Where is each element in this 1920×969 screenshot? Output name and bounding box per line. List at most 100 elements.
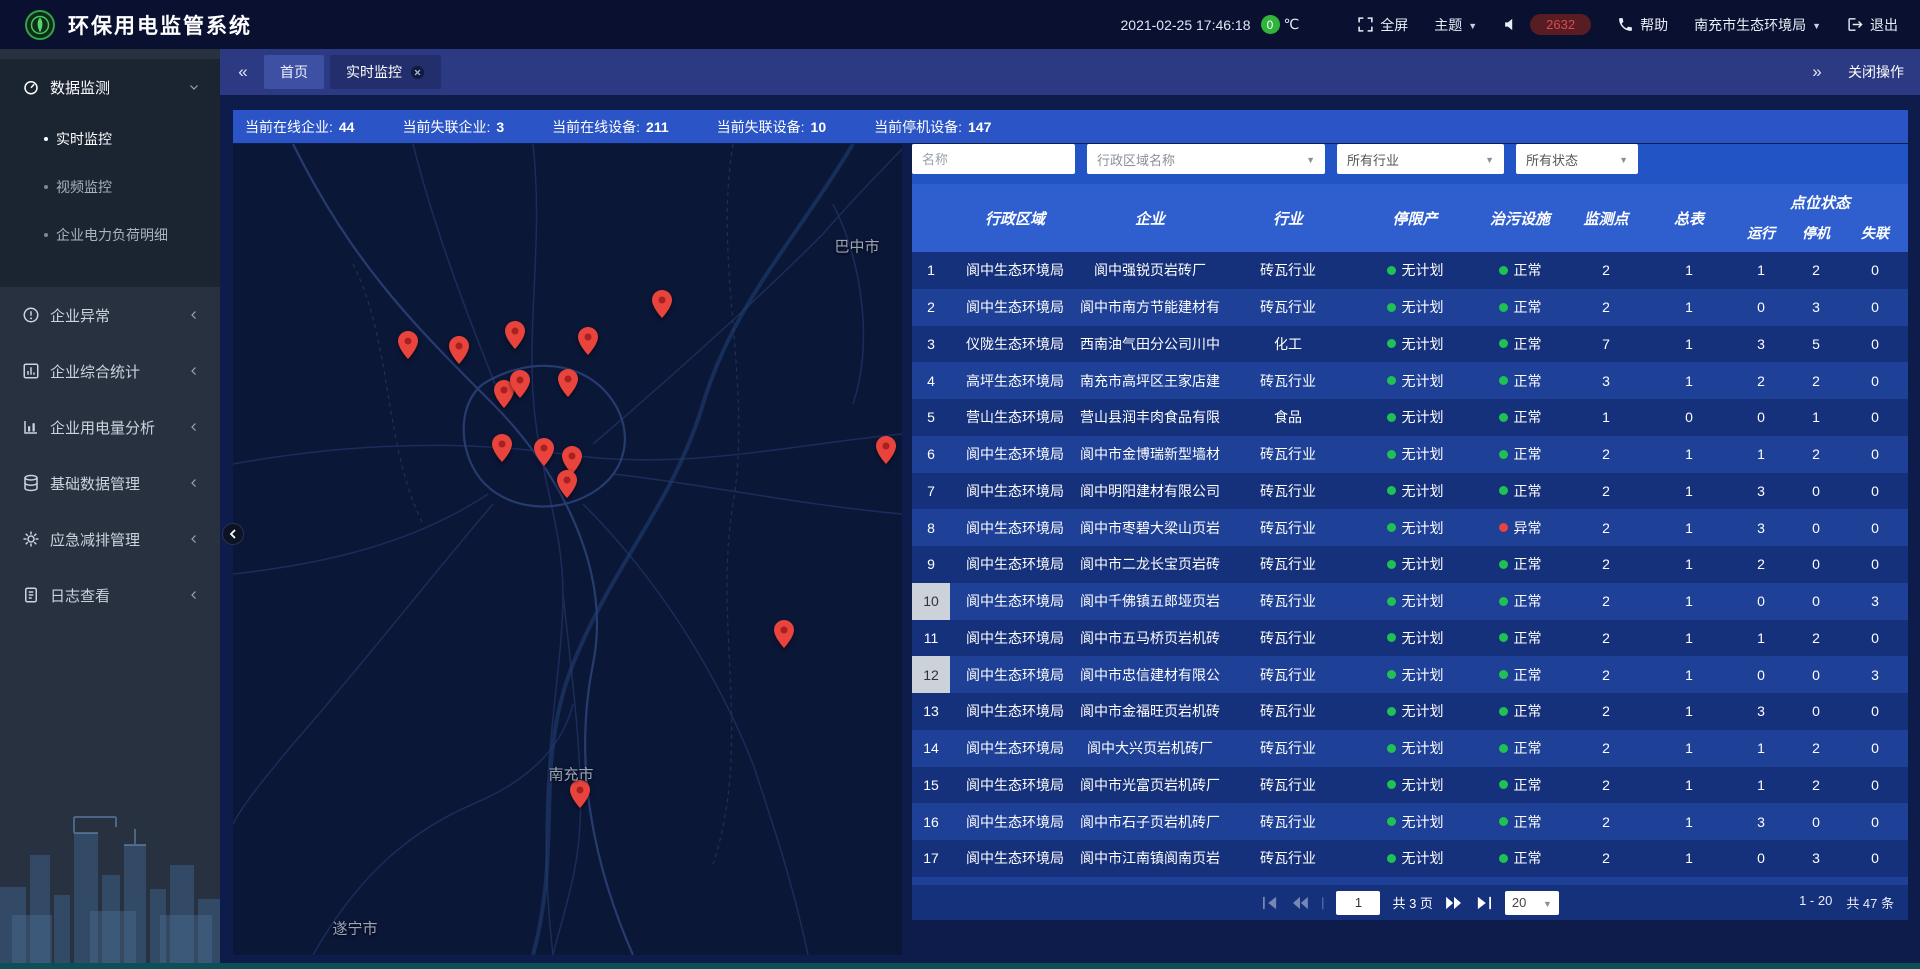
close-operations-button[interactable]: 关闭操作 <box>1848 62 1904 82</box>
cell-region: 阆中生态环境局 <box>950 436 1080 473</box>
column-header-index <box>912 184 950 252</box>
tab-realtime-monitor[interactable]: 实时监控 <box>330 55 441 89</box>
map-pin[interactable] <box>492 434 512 462</box>
table-row[interactable]: 13阆中生态环境局阆中市金福旺页岩机砖砖瓦行业无计划正常21300 <box>912 693 1908 730</box>
notice-speaker-button[interactable]: 2632 <box>1503 14 1591 35</box>
map-pin[interactable] <box>534 438 554 466</box>
cell-meters: 1 <box>1646 289 1732 326</box>
sidebar-group-button-0[interactable]: 数据监测 <box>0 59 220 115</box>
sidebar-item-0-1[interactable]: 视频监控 <box>0 163 220 211</box>
map[interactable]: 巴中市南充市遂宁市 <box>233 144 902 955</box>
status-dot <box>1499 376 1508 385</box>
cell-run: 3 <box>1732 326 1790 363</box>
cell-meters: 1 <box>1646 730 1732 767</box>
table-row[interactable]: 11阆中生态环境局阆中市五马桥页岩机砖砖瓦行业无计划正常21120 <box>912 620 1908 657</box>
help-button[interactable]: 帮助 <box>1617 15 1668 35</box>
sidebar-group-button-6[interactable]: 日志查看 <box>0 567 220 623</box>
map-pin[interactable] <box>558 369 578 397</box>
tabs-scroll-left-button[interactable]: « <box>228 55 258 89</box>
cell-industry: 化工 <box>1220 326 1356 363</box>
cell-meters: 1 <box>1646 877 1732 885</box>
org-dropdown[interactable]: 南充市生态环境局▼ <box>1694 15 1821 35</box>
bullet-dot <box>44 137 48 141</box>
table-row[interactable]: 15阆中生态环境局阆中市光富页岩机砖厂砖瓦行业无计划正常21120 <box>912 767 1908 804</box>
row-index: 9 <box>912 546 950 583</box>
status-dot <box>1499 633 1508 642</box>
fullscreen-button[interactable]: 全屏 <box>1357 15 1408 35</box>
cell-limit: 无计划 <box>1356 803 1474 840</box>
next-page-button[interactable] <box>1445 896 1463 910</box>
table-row[interactable]: 8阆中生态环境局阆中市枣碧大梁山页岩砖瓦行业无计划异常21300 <box>912 509 1908 546</box>
map-pin[interactable] <box>398 331 418 359</box>
table-row[interactable]: 14阆中生态环境局阆中大兴页岩机砖厂砖瓦行业无计划正常21120 <box>912 730 1908 767</box>
table-row[interactable]: 4高坪生态环境局南充市高坪区王家店建砖瓦行业无计划正常31220 <box>912 362 1908 399</box>
sidebar-group-button-3[interactable]: 企业用电量分析 <box>0 399 220 455</box>
tab-home[interactable]: 首页 <box>264 55 324 89</box>
page-size-select[interactable]: 20▼ <box>1505 891 1559 915</box>
status-select[interactable]: 所有状态▼ <box>1516 144 1638 174</box>
cell-lost: 0 <box>1842 693 1908 730</box>
table-row[interactable]: 6阆中生态环境局阆中市金博瑞新型墙材砖瓦行业无计划正常21120 <box>912 436 1908 473</box>
industry-select[interactable]: 所有行业▼ <box>1337 144 1504 174</box>
theme-dropdown[interactable]: 主题▼ <box>1434 15 1477 35</box>
sidebar-group-button-5[interactable]: 应急减排管理 <box>0 511 220 567</box>
cell-industry: 砖瓦行业 <box>1220 767 1356 804</box>
table-row[interactable]: 2阆中生态环境局阆中市南方节能建材有砖瓦行业无计划正常21030 <box>912 289 1908 326</box>
table-row[interactable]: 12阆中生态环境局阆中市忠信建材有限公砖瓦行业无计划正常21003 <box>912 656 1908 693</box>
map-pin[interactable] <box>557 470 577 498</box>
map-pins: 巴中市南充市遂宁市 <box>233 144 902 955</box>
status-dot <box>1499 413 1508 422</box>
stat-value: 211 <box>646 119 669 135</box>
map-pin[interactable] <box>876 436 896 464</box>
table-row[interactable]: 7阆中生态环境局阆中明阳建材有限公司砖瓦行业无计划正常21300 <box>912 473 1908 510</box>
prev-page-button[interactable] <box>1291 896 1309 910</box>
notice-count-badge[interactable]: 2632 <box>1530 14 1591 35</box>
map-pin[interactable] <box>449 336 469 364</box>
row-index: 17 <box>912 840 950 877</box>
map-pin[interactable] <box>578 327 598 355</box>
status-dot <box>1387 744 1396 753</box>
status-dot <box>1387 780 1396 789</box>
map-pin[interactable] <box>505 321 525 349</box>
map-pin[interactable] <box>652 290 672 318</box>
table-row[interactable]: 16阆中生态环境局阆中市石子页岩机砖厂砖瓦行业无计划正常21300 <box>912 803 1908 840</box>
cell-region: 阆中生态环境局 <box>950 546 1080 583</box>
region-select[interactable]: 行政区域名称▼ <box>1087 144 1325 174</box>
bottom-edge-strip <box>0 963 1920 969</box>
row-index: 18 <box>912 877 950 885</box>
table-row[interactable]: 17阆中生态环境局阆中市江南镇阆南页岩砖瓦行业无计划正常21030 <box>912 840 1908 877</box>
cell-stop: 2 <box>1790 620 1842 657</box>
cell-stop: 0 <box>1790 583 1842 620</box>
cell-run: 1 <box>1732 436 1790 473</box>
sidebar-group-button-2[interactable]: 企业综合统计 <box>0 343 220 399</box>
logout-button[interactable]: 退出 <box>1847 15 1898 35</box>
table-row[interactable]: 9阆中生态环境局阆中市二龙长宝页岩砖砖瓦行业无计划正常21200 <box>912 546 1908 583</box>
sidebar-item-0-0[interactable]: 实时监控 <box>0 115 220 163</box>
close-icon[interactable] <box>410 65 425 80</box>
status-dot <box>1499 450 1508 459</box>
cell-facility: 正常 <box>1474 656 1566 693</box>
column-header-stop: 停机 <box>1790 214 1842 252</box>
tabs-scroll-right-button[interactable]: » <box>1802 55 1832 89</box>
first-page-button[interactable] <box>1261 896 1279 910</box>
table-row[interactable]: 1阆中生态环境局阆中强锐页岩砖厂砖瓦行业无计划正常21120 <box>912 252 1908 289</box>
page-number-input[interactable] <box>1336 891 1380 915</box>
table-row[interactable]: 10阆中生态环境局阆中千佛镇五郎垭页岩砖瓦行业无计划正常21003 <box>912 583 1908 620</box>
table-row[interactable]: 18南部生态环境局南部县瑞华建材有限公砖瓦行业无计划正常21000 <box>912 877 1908 885</box>
table-row[interactable]: 5营山生态环境局营山县润丰肉食品有限食品无计划正常10010 <box>912 399 1908 436</box>
sidebar-item-0-2[interactable]: 企业电力负荷明细 <box>0 211 220 259</box>
map-panel-collapse-button[interactable] <box>222 523 244 545</box>
map-pin[interactable] <box>774 620 794 648</box>
last-page-button[interactable] <box>1475 896 1493 910</box>
name-search-input[interactable] <box>912 144 1075 174</box>
map-pin[interactable] <box>510 370 530 398</box>
cell-lost: 0 <box>1842 840 1908 877</box>
sidebar-group-button-1[interactable]: 企业异常 <box>0 287 220 343</box>
status-dot <box>1499 744 1508 753</box>
stats-icon <box>22 362 40 380</box>
cell-lost: 0 <box>1842 509 1908 546</box>
sidebar-group-button-4[interactable]: 基础数据管理 <box>0 455 220 511</box>
table-row[interactable]: 3仪陇生态环境局西南油气田分公司川中化工无计划正常71350 <box>912 326 1908 363</box>
pager-divider: | <box>1321 895 1324 910</box>
status-dot <box>1499 780 1508 789</box>
